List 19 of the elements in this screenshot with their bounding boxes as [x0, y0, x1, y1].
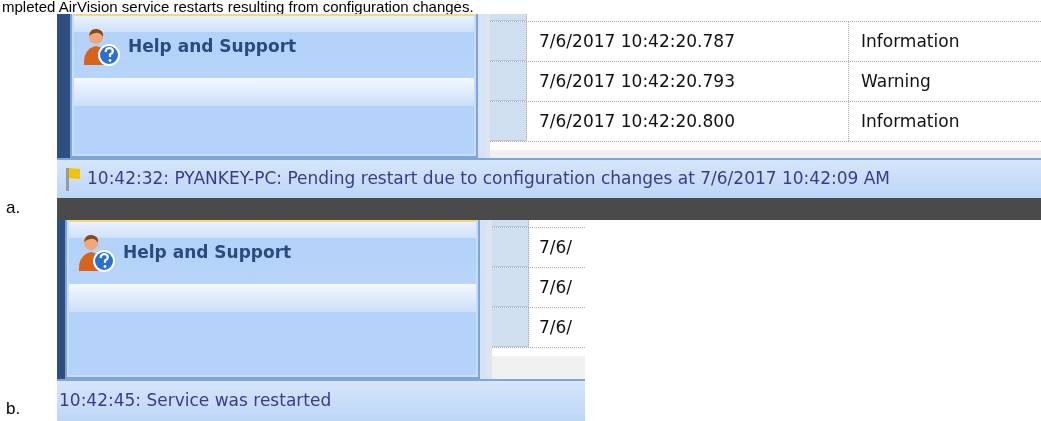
- table-cell-text: 7/6/: [538, 315, 574, 339]
- table-cell-text: 7/6/: [538, 235, 574, 259]
- figure-label: a.: [5, 196, 22, 219]
- user-help-icon: [82, 27, 120, 67]
- flag-icon: [65, 166, 81, 192]
- table-cell: 7/6/2017 10:42:20.800: [527, 102, 849, 141]
- table-cell-text: Information: [860, 109, 961, 133]
- table-cell-text: Information: [860, 29, 961, 53]
- sidebar-item[interactable]: Help and Support: [74, 14, 474, 78]
- sidebar-item[interactable]: Help and Support: [69, 220, 476, 284]
- table-cell-text: 7/6/: [538, 275, 574, 299]
- table-cell: 7/6/2017 10:42:20.793: [527, 62, 849, 101]
- status-text: 10:42:32: PYANKEY-PC: Pending restart due to configuration changes at 7/6/2017 10:42:09 AM: [87, 167, 891, 191]
- figure-label: b.: [5, 397, 22, 420]
- table-cell-text: Warning: [860, 69, 932, 93]
- caption-text: mpleted AirVision service restarts resulting from configuration changes.: [1, 0, 475, 14]
- user-help-icon: [77, 233, 115, 273]
- status-text: 10:42:45: Service was restarted: [59, 389, 332, 413]
- table-cell: 7/6/2017 10:42:20.787: [527, 22, 849, 61]
